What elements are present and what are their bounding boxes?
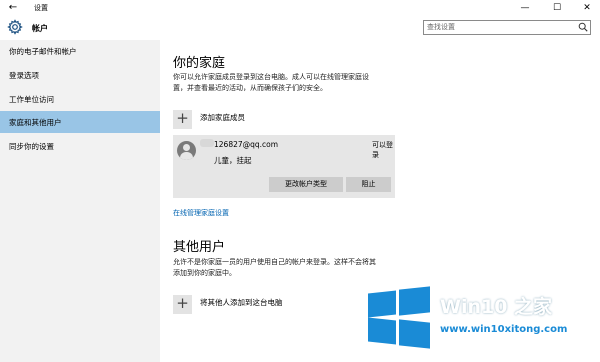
back-arrow-icon[interactable]: ← [6,2,20,14]
search-placeholder: 查找设置 [427,23,455,31]
manage-family-online-link[interactable]: 在线管理家庭设置 [173,208,229,218]
other-users-description-line1: 允许不是你家庭一员的用户使用自己的帐户来登录。这样不会将其 [173,258,376,266]
sidebar-item-label: 你的电子邮件和帐户 [9,47,77,56]
add-family-member-button[interactable]: + [173,110,192,129]
redacted-email-prefix [200,139,214,147]
window-title: 设置 [34,4,48,12]
windows-logo-icon [368,286,430,349]
sidebar-item-label: 家庭和其他用户 [9,118,62,127]
page-title: 帐户 [32,24,48,33]
add-other-user-label[interactable]: 将其他人添加到这台电脑 [200,297,283,308]
sidebar-item-work-access[interactable]: 工作单位访问 [0,88,160,110]
add-other-user-button[interactable]: + [173,295,192,314]
title-bar: ← 设置 — ☐ ✕ [0,0,600,17]
watermark-name: Win10 之家 [440,296,553,318]
family-description-line2: 置，并查看最近的活动，从而确保孩子们的安全。 [173,84,327,92]
sidebar-item-label: 同步你的设置 [9,142,54,151]
plus-icon: + [176,109,189,127]
family-member-card[interactable]: 126827@qq.com 可以登录 儿童，挂起 更改帐户类型 阻止 [173,135,395,198]
watermark-url: www.win10xitong.com [440,324,568,335]
sidebar: 你的电子邮件和帐户 登录选项 工作单位访问 家庭和其他用户 同步你的设置 [0,40,160,362]
member-role-status: 儿童，挂起 [214,156,252,165]
member-login-status: 可以登录 [372,141,393,159]
maximize-button[interactable]: ☐ [546,1,568,15]
member-email: 126827@qq.com [214,140,279,149]
search-icon[interactable] [578,22,588,32]
other-users-heading: 其他用户 [173,240,226,255]
family-heading: 你的家庭 [173,56,226,71]
family-description-line1: 你可以允许家庭成员登录到这台电脑。成人可以在线管理家庭设 [173,73,369,81]
sidebar-item-family-other-users[interactable]: 家庭和其他用户 [0,111,160,133]
change-account-type-button[interactable]: 更改帐户类型 [269,177,343,192]
settings-window: ← 设置 — ☐ ✕ 帐户 查找设置 你的电子邮件和帐户 登录选项 工作单位访问 [0,0,600,362]
add-family-member-label[interactable]: 添加家庭成员 [200,112,245,123]
user-avatar-icon [177,141,196,160]
gear-icon [7,19,23,35]
close-button[interactable]: ✕ [576,1,598,15]
sidebar-item-sign-in-options[interactable]: 登录选项 [0,64,160,86]
search-input[interactable]: 查找设置 [423,20,591,35]
sidebar-item-label: 登录选项 [9,71,39,80]
watermark: Win10 之家 www.win10xitong.com [368,276,600,362]
block-button[interactable]: 阻止 [346,177,391,192]
sidebar-item-sync-settings[interactable]: 同步你的设置 [0,135,160,157]
other-users-description-line2: 添加到你的家庭中。 [173,269,236,277]
sidebar-item-label: 工作单位访问 [9,95,54,104]
sidebar-item-email-accounts[interactable]: 你的电子邮件和帐户 [0,40,160,62]
plus-icon: + [176,294,189,312]
minimize-button[interactable]: — [514,1,536,15]
